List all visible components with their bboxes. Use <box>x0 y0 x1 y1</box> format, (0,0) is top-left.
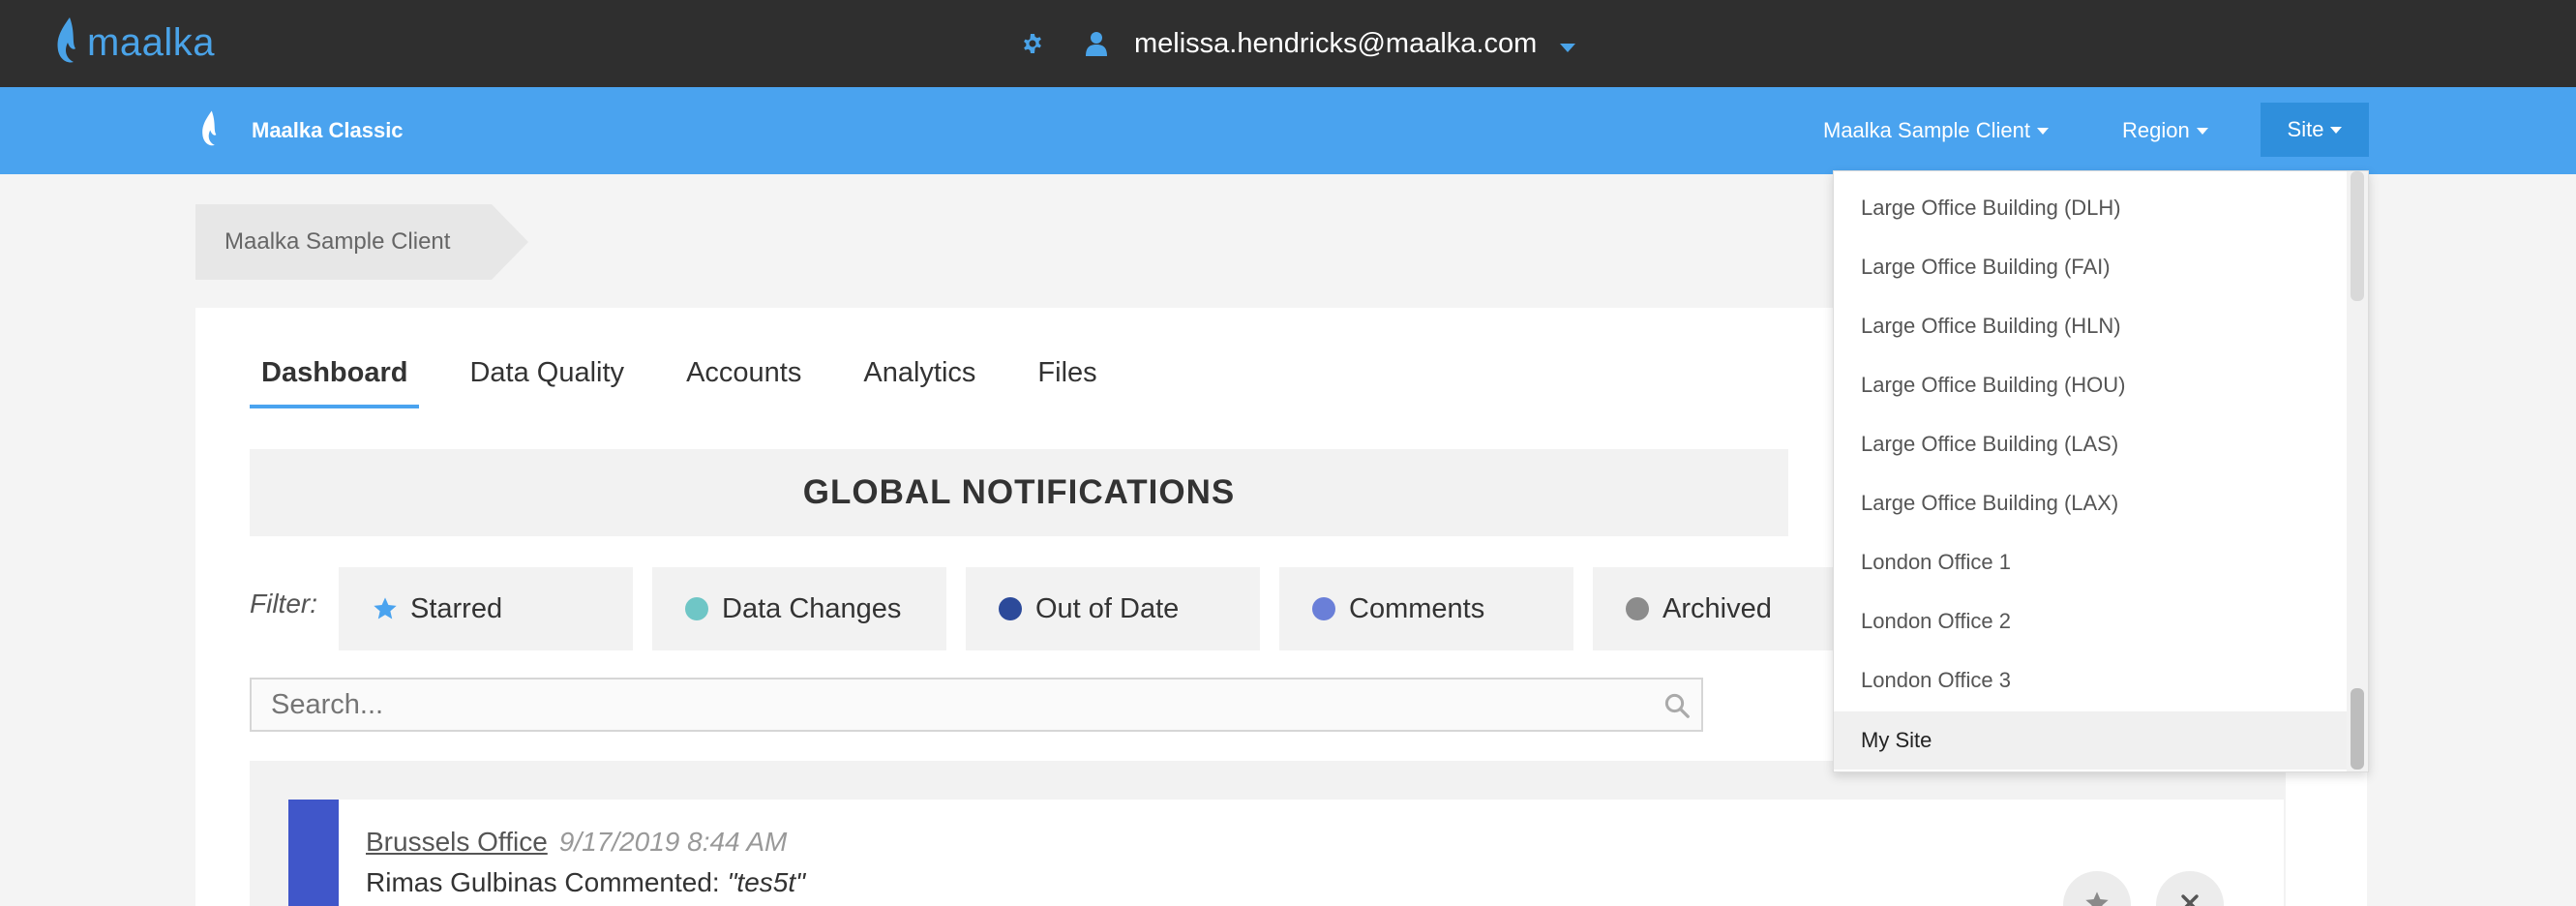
filter-comments[interactable]: Comments <box>1279 567 1573 650</box>
site-option[interactable]: Large Office Building (DLH) <box>1834 179 2347 237</box>
notification-site-link[interactable]: Brussels Office <box>366 827 548 857</box>
client-menu-label: Maalka Sample Client <box>1823 118 2030 142</box>
maalka-logo[interactable]: maalka <box>54 14 215 72</box>
site-option[interactable]: Large Office Building (LAS) <box>1834 415 2347 473</box>
flame-icon <box>199 109 223 153</box>
user-menu-caret-icon[interactable] <box>1560 43 1576 52</box>
nav-brand-label: Maalka Classic <box>252 118 404 142</box>
notification-author: Rimas Gulbinas Commented: <box>366 867 728 897</box>
tab-bar: Dashboard Data Quality Accounts Analytic… <box>250 352 1148 408</box>
notification-header: Brussels Office 9/17/2019 8:44 AM <box>366 827 787 858</box>
notification-list: Brussels Office 9/17/2019 8:44 AM Rimas G… <box>250 761 2286 906</box>
site-dropdown-menu: Large Office Building (DLH) Large Office… <box>1833 170 2369 772</box>
site-menu-label: Site <box>2287 117 2324 141</box>
notification-comment: "tes5t" <box>727 867 806 897</box>
notification-timestamp: 9/17/2019 8:44 AM <box>558 827 788 857</box>
site-menu[interactable]: Site <box>2261 103 2369 157</box>
search-box <box>250 678 1703 732</box>
main-navbar: Maalka Classic Maalka Sample Client Regi… <box>0 87 2576 174</box>
client-menu[interactable]: Maalka Sample Client <box>1823 87 2049 174</box>
user-controls: melissa.hendricks@maalka.com <box>1018 19 1576 68</box>
site-option[interactable]: London Office 2 <box>1834 592 2347 650</box>
site-option[interactable]: Large Office Building (HOU) <box>1834 356 2347 414</box>
user-email[interactable]: melissa.hendricks@maalka.com <box>1134 28 1537 60</box>
filter-data-changes-label: Data Changes <box>722 592 902 624</box>
search-input[interactable] <box>252 680 1606 730</box>
filter-chips: Starred Data Changes Out of Date Comment… <box>339 567 1906 650</box>
caret-down-icon <box>2330 126 2343 134</box>
region-menu[interactable]: Region <box>2122 87 2208 174</box>
filter-out-of-date-label: Out of Date <box>1035 592 1180 624</box>
out-of-date-dot-icon <box>999 597 1022 620</box>
site-option-selected[interactable]: My Site <box>1834 711 2347 770</box>
search-icon[interactable] <box>1662 691 1692 725</box>
gear-icon[interactable] <box>1018 29 1047 58</box>
filter-out-of-date[interactable]: Out of Date <box>966 567 1260 650</box>
filter-starred[interactable]: Starred <box>339 567 633 650</box>
dismiss-notification-button[interactable] <box>2156 871 2224 906</box>
comments-dot-icon <box>1312 597 1335 620</box>
breadcrumb[interactable]: Maalka Sample Client <box>195 204 528 280</box>
top-bar: maalka melissa.hendricks@maalka.com <box>0 0 2576 87</box>
logo-text: maalka <box>87 20 215 64</box>
scrollbar-track-upper <box>2351 171 2364 301</box>
dropdown-scrollbar[interactable] <box>2347 171 2368 771</box>
site-option[interactable]: London Office 3 <box>1834 651 2347 710</box>
filter-label: Filter: <box>250 589 317 619</box>
scrollbar-thumb[interactable] <box>2351 688 2364 770</box>
caret-down-icon <box>2036 127 2049 135</box>
region-menu-label: Region <box>2122 118 2190 142</box>
tab-data-quality[interactable]: Data Quality <box>458 352 636 408</box>
tab-analytics[interactable]: Analytics <box>852 352 987 408</box>
filter-starred-label: Starred <box>410 592 503 624</box>
star-icon <box>372 595 399 622</box>
nav-brand[interactable]: Maalka Classic <box>199 108 404 153</box>
tab-files[interactable]: Files <box>1026 352 1108 408</box>
star-icon <box>2083 890 2111 906</box>
archived-dot-icon <box>1626 597 1649 620</box>
site-option[interactable]: Large Office Building (LAX) <box>1834 474 2347 532</box>
global-notifications-title: GLOBAL NOTIFICATIONS <box>250 449 1788 536</box>
filter-data-changes[interactable]: Data Changes <box>652 567 946 650</box>
tab-accounts[interactable]: Accounts <box>674 352 813 408</box>
user-icon[interactable] <box>1082 29 1111 58</box>
filter-comments-label: Comments <box>1349 592 1485 624</box>
notification-color-bar <box>288 800 339 906</box>
filter-archived-label: Archived <box>1662 592 1772 624</box>
tab-dashboard[interactable]: Dashboard <box>250 352 420 408</box>
breadcrumb-label: Maalka Sample Client <box>225 228 451 255</box>
caret-down-icon <box>2196 127 2208 135</box>
site-option[interactable]: London Office 1 <box>1834 533 2347 591</box>
star-notification-button[interactable] <box>2063 871 2131 906</box>
site-option[interactable]: Large Office Building (FAI) <box>1834 238 2347 296</box>
close-icon <box>2178 891 2202 906</box>
notification-body: Rimas Gulbinas Commented: "tes5t" <box>366 867 805 898</box>
flame-logo-icon <box>54 15 83 71</box>
site-option[interactable]: Large Office Building (HLN) <box>1834 297 2347 355</box>
notification-item: Brussels Office 9/17/2019 8:44 AM Rimas G… <box>288 800 2284 906</box>
data-changes-dot-icon <box>685 597 708 620</box>
